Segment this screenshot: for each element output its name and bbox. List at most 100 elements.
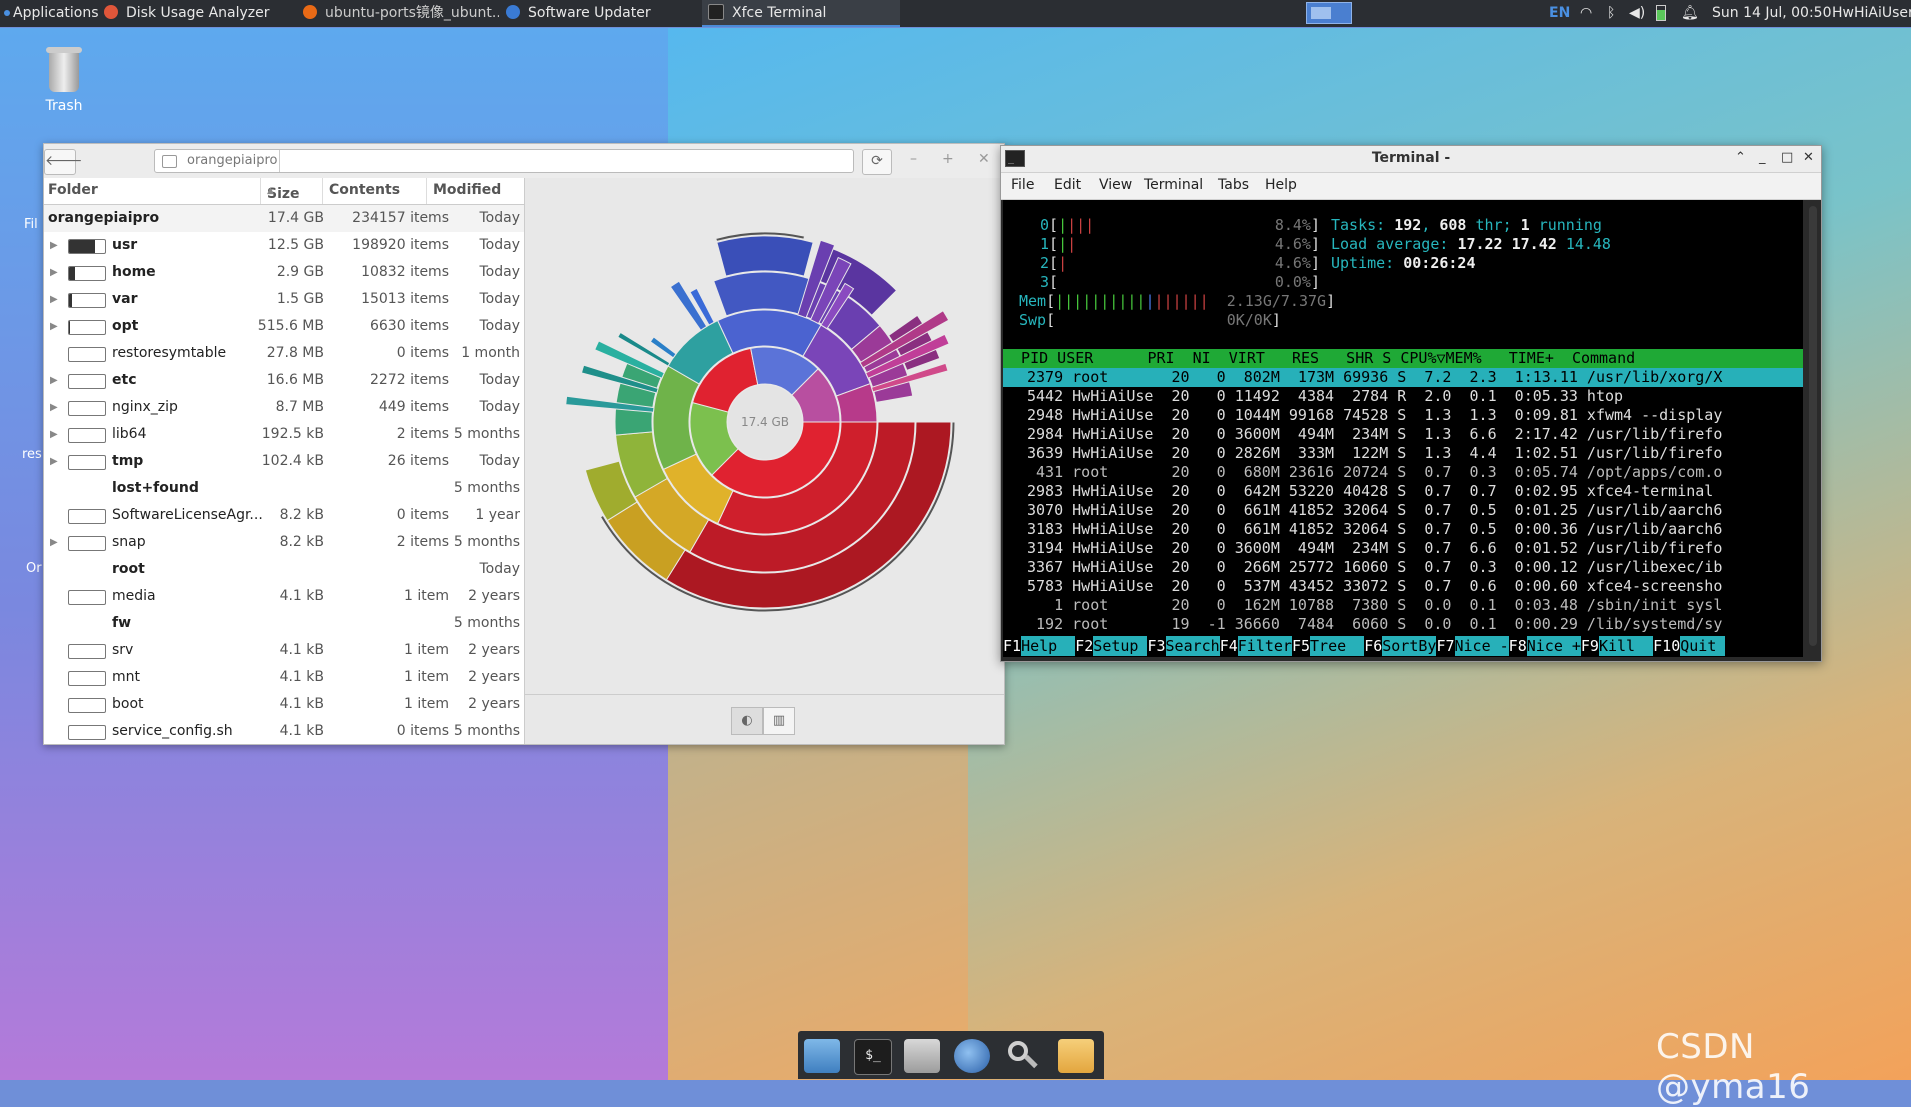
process-row[interactable]: 3070 HwHiAiUse 20 0 661M 41852 32064 S 0…: [1027, 501, 1722, 520]
folder-row[interactable]: ▶ etc 16.6 MB 2272 items Today: [44, 367, 524, 394]
menu-help[interactable]: Help: [1265, 177, 1297, 193]
wifi-icon[interactable]: ◠: [1580, 0, 1592, 27]
minimize-button[interactable]: –: [910, 151, 917, 167]
web-browser-icon[interactable]: [954, 1039, 990, 1073]
function-key[interactable]: F3Search: [1147, 636, 1220, 656]
minimize-button[interactable]: _: [1759, 150, 1766, 165]
process-row[interactable]: 3367 HwHiAiUse 20 0 266M 25772 16060 S 0…: [1027, 558, 1722, 577]
desktop-label[interactable]: Or: [26, 561, 42, 576]
ring-segment[interactable]: [716, 235, 814, 277]
keyboard-layout[interactable]: EN: [1549, 0, 1570, 27]
menu-file[interactable]: File: [1011, 177, 1034, 193]
folder-row[interactable]: media 4.1 kB 1 item 2 years: [44, 583, 524, 610]
scrollbar[interactable]: [1809, 206, 1817, 646]
expander-icon[interactable]: ▶: [50, 529, 58, 556]
folder-row[interactable]: ▶ tmp 102.4 kB 26 items Today: [44, 448, 524, 475]
folder-row[interactable]: service_config.sh 4.1 kB 0 items 5 months: [44, 718, 524, 744]
folder-row[interactable]: ▶ var 1.5 GB 15013 items Today: [44, 286, 524, 313]
rescan-button[interactable]: ⟳: [862, 149, 892, 175]
maximize-button[interactable]: +: [942, 151, 954, 167]
breadcrumb-root[interactable]: orangepiaipro: [155, 150, 281, 172]
function-key[interactable]: F2Setup: [1075, 636, 1148, 656]
expander-icon[interactable]: ▶: [50, 394, 58, 421]
process-row[interactable]: 3194 HwHiAiUse 20 0 3600M 494M 234M S 0.…: [1027, 539, 1722, 558]
bluetooth-icon[interactable]: ᛒ: [1607, 0, 1615, 27]
folder-row[interactable]: lost+found 5 months: [44, 475, 524, 502]
folder-row[interactable]: restoresymtable 27.8 MB 0 items 1 month: [44, 340, 524, 367]
folder-row[interactable]: ▶ snap 8.2 kB 2 items 5 months: [44, 529, 524, 556]
desktop-label[interactable]: res: [22, 447, 42, 462]
folder-row[interactable]: ▶ opt 515.6 MB 6630 items Today: [44, 313, 524, 340]
task-software-updater[interactable]: Software Updater: [506, 0, 696, 27]
ring-chart[interactable]: 17.4 GB: [525, 178, 1004, 694]
terminal-icon[interactable]: $_: [854, 1039, 892, 1075]
root-row[interactable]: orangepiaipro 17.4 GB 234157 items Today: [44, 205, 524, 232]
task-xfce-terminal[interactable]: Xfce Terminal: [702, 0, 900, 27]
expander-icon[interactable]: ▶: [50, 448, 58, 475]
notification-bell-icon[interactable]: 🔔︎: [1681, 0, 1699, 27]
task-disk-usage[interactable]: Disk Usage Analyzer: [104, 0, 294, 27]
folder-row[interactable]: ▶ usr 12.5 GB 198920 items Today: [44, 232, 524, 259]
function-key[interactable]: F8Nice +: [1509, 636, 1581, 656]
menu-terminal[interactable]: Terminal: [1144, 177, 1203, 193]
back-button[interactable]: 🡐: [44, 149, 83, 175]
menu-tabs[interactable]: Tabs: [1218, 177, 1249, 193]
process-row[interactable]: 3183 HwHiAiUse 20 0 661M 41852 32064 S 0…: [1027, 520, 1722, 539]
file-manager-icon[interactable]: [804, 1039, 840, 1073]
process-row[interactable]: 192 root 19 -1 36660 7484 6060 S 0.0 0.1…: [1027, 615, 1722, 634]
column-folder[interactable]: Folder: [48, 182, 98, 198]
function-key[interactable]: F4Filter: [1220, 636, 1292, 656]
folder-row[interactable]: fw 5 months: [44, 610, 524, 637]
expander-icon[interactable]: ▶: [50, 367, 58, 394]
treemap-chart-toggle[interactable]: ▥: [763, 707, 795, 735]
folder-icon[interactable]: [1058, 1039, 1094, 1073]
process-table-header[interactable]: PID USER PRI NI VIRT RES SHR S CPU%▽MEM%…: [1003, 349, 1803, 368]
maximize-button[interactable]: □: [1781, 150, 1793, 165]
folder-row[interactable]: ▶ home 2.9 GB 10832 items Today: [44, 259, 524, 286]
function-key[interactable]: F5Tree: [1292, 636, 1365, 656]
process-row[interactable]: 1 root 20 0 162M 10788 7380 S 0.0 0.1 0:…: [1027, 596, 1722, 615]
column-modified[interactable]: Modified: [433, 182, 501, 198]
process-row[interactable]: 5783 HwHiAiUse 20 0 537M 43452 33072 S 0…: [1027, 577, 1722, 596]
expander-icon[interactable]: ▶: [50, 313, 58, 340]
app-finder-icon[interactable]: [1004, 1039, 1040, 1073]
menu-view[interactable]: View: [1099, 177, 1132, 193]
folder-row[interactable]: ▶ lib64 192.5 kB 2 items 5 months: [44, 421, 524, 448]
process-row[interactable]: 3639 HwHiAiUse 20 0 2826M 333M 122M S 1.…: [1027, 444, 1722, 463]
home-folder-icon[interactable]: [904, 1039, 940, 1073]
close-button[interactable]: ✕: [1803, 150, 1814, 165]
task-firefox[interactable]: ubuntu-ports镜像_ubunt...: [303, 0, 499, 27]
expander-icon[interactable]: ▶: [50, 232, 58, 259]
folder-row[interactable]: SoftwareLicenseAgr... 8.2 kB 0 items 1 year: [44, 502, 524, 529]
battery-icon[interactable]: [1656, 0, 1666, 27]
terminal-screen[interactable]: 0[|||| 8.4%] 1[|| 4.6%] 2[| 4.6%] 3[ 0.0…: [1003, 200, 1803, 657]
ring-chart-toggle[interactable]: ◐: [731, 707, 763, 735]
applications-menu[interactable]: Applications: [0, 0, 100, 27]
process-row[interactable]: 2948 HwHiAiUse 20 0 1044M 99168 74528 S …: [1027, 406, 1722, 425]
function-key[interactable]: F1Help: [1003, 636, 1076, 656]
volume-icon[interactable]: ◀): [1629, 0, 1645, 27]
process-row[interactable]: 431 root 20 0 680M 23616 20724 S 0.7 0.3…: [1027, 463, 1722, 482]
folder-row[interactable]: root Today: [44, 556, 524, 583]
folder-row[interactable]: mnt 4.1 kB 1 item 2 years: [44, 664, 524, 691]
desktop-label[interactable]: Fil: [24, 217, 38, 232]
folder-row[interactable]: ▶ nginx_zip 8.7 MB 449 items Today: [44, 394, 524, 421]
process-row[interactable]: 2984 HwHiAiUse 20 0 3600M 494M 234M S 1.…: [1027, 425, 1722, 444]
function-key[interactable]: F7Nice -: [1436, 636, 1509, 656]
close-button[interactable]: ✕: [978, 151, 990, 167]
function-key[interactable]: F10Quit: [1653, 636, 1726, 656]
function-key[interactable]: F6SortBy: [1364, 636, 1437, 656]
expander-icon[interactable]: ▶: [50, 421, 58, 448]
process-row[interactable]: 2983 HwHiAiUse 20 0 642M 53220 40428 S 0…: [1027, 482, 1713, 501]
menu-edit[interactable]: Edit: [1054, 177, 1081, 193]
user-menu[interactable]: HwHiAiUser: [1832, 0, 1911, 27]
clock[interactable]: Sun 14 Jul, 00:50: [1712, 0, 1832, 27]
process-row[interactable]: 5442 HwHiAiUse 20 0 11492 4384 2784 R 2.…: [1027, 387, 1623, 406]
folder-row[interactable]: boot 4.1 kB 1 item 2 years: [44, 691, 524, 718]
trash-desktop-icon[interactable]: Trash: [40, 47, 88, 114]
expander-icon[interactable]: ▶: [50, 286, 58, 313]
folder-row[interactable]: srv 4.1 kB 1 item 2 years: [44, 637, 524, 664]
expander-icon[interactable]: ▶: [50, 259, 58, 286]
function-key[interactable]: F9Kill: [1581, 636, 1654, 656]
process-row[interactable]: 2379 root 20 0 802M 173M 69936 S 7.2 2.3…: [1027, 368, 1722, 387]
